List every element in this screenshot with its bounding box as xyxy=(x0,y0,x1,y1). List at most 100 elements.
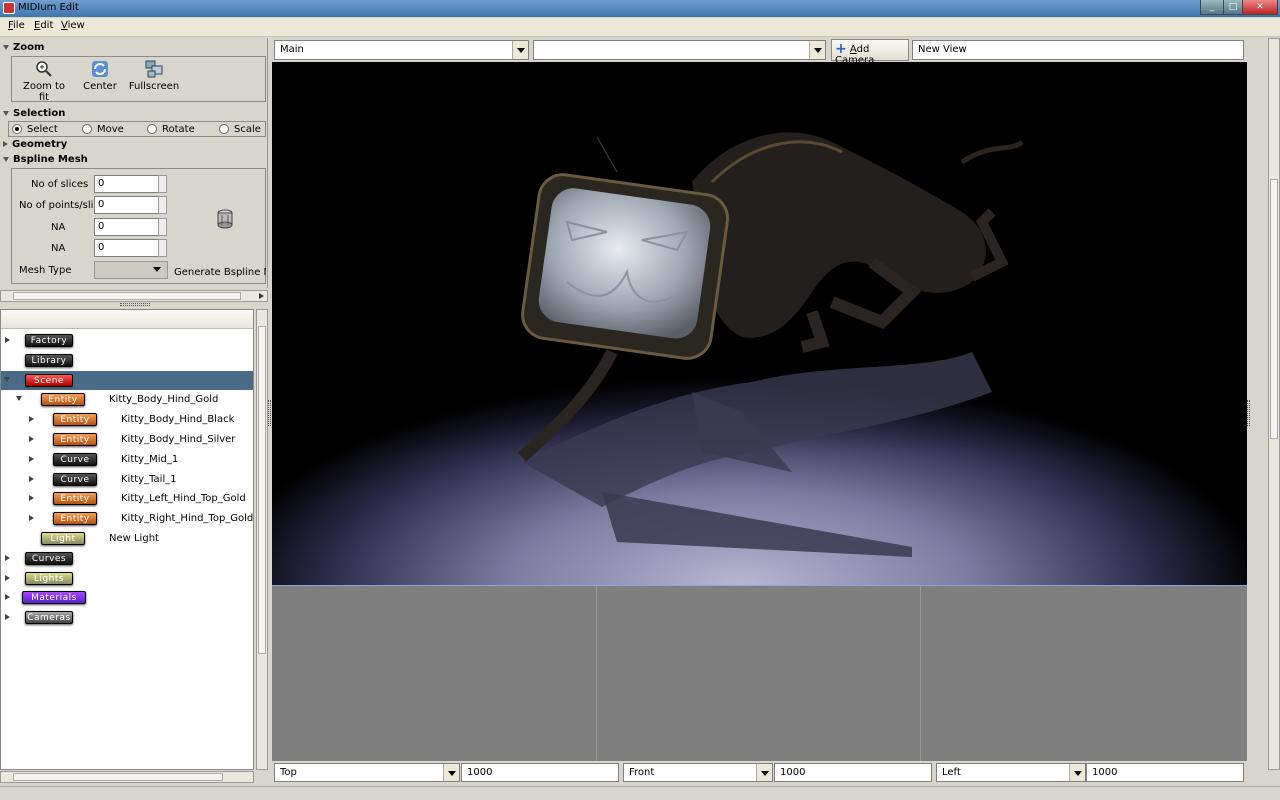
tree-item[interactable]: Entity Kitty_Right_Hind_Top_Gold xyxy=(1,509,253,528)
front-view-select[interactable]: Front xyxy=(623,763,773,782)
scroll-thumb[interactable] xyxy=(258,326,266,654)
tree-item-label: Kitty_Tail_1 xyxy=(121,473,177,485)
slices-input[interactable]: 0 xyxy=(94,175,160,193)
expand-icon[interactable] xyxy=(5,614,10,621)
expand-icon[interactable] xyxy=(29,515,34,522)
mesh-type-select[interactable] xyxy=(94,261,168,279)
scroll-thumb[interactable] xyxy=(13,292,241,300)
expand-icon[interactable] xyxy=(5,574,10,581)
menu-view[interactable]: View xyxy=(61,20,85,31)
zoom-to-fit-button[interactable]: Zoom to fit xyxy=(18,60,70,103)
chevron-down-icon xyxy=(443,764,459,781)
tree-item[interactable]: Lights xyxy=(1,569,253,588)
bspline-section-header[interactable]: Bspline Mesh xyxy=(3,154,266,167)
expand-icon[interactable] xyxy=(29,475,34,482)
expand-icon[interactable] xyxy=(29,455,34,462)
rotate-radio[interactable]: Rotate xyxy=(147,124,195,135)
tree-badge: Entity xyxy=(53,492,97,506)
minimize-button[interactable]: _ xyxy=(1200,0,1224,15)
maximize-button[interactable]: □ xyxy=(1223,0,1243,15)
generate-bspline-button[interactable]: Generate Bspline Me xyxy=(174,267,266,278)
expand-icon xyxy=(3,141,8,147)
tree-item[interactable]: Cameras xyxy=(1,608,253,627)
tree-item[interactable]: Factory xyxy=(1,331,253,350)
tree-item[interactable]: Entity Kitty_Left_Hind_Top_Gold xyxy=(1,489,253,508)
top-view-pane[interactable] xyxy=(272,586,597,761)
close-button[interactable]: ✕ xyxy=(1242,0,1278,15)
tree-item[interactable]: Entity Kitty_Body_Hind_Black xyxy=(1,410,253,429)
points-spinner[interactable] xyxy=(158,196,167,214)
tree-item[interactable]: Curve Kitty_Tail_1 xyxy=(1,470,253,489)
points-input[interactable]: 0 xyxy=(94,196,160,214)
select-radio[interactable]: Select xyxy=(12,124,58,135)
scroll-right-icon[interactable] xyxy=(259,293,264,299)
scale-radio[interactable]: Scale xyxy=(219,124,261,135)
na-spinner-1[interactable] xyxy=(158,218,167,236)
selection-section-header[interactable]: Selection xyxy=(3,108,266,121)
expand-icon[interactable] xyxy=(29,436,34,442)
scroll-thumb[interactable] xyxy=(1270,179,1278,439)
tree-item[interactable]: Library xyxy=(1,351,253,370)
front-view-pane[interactable] xyxy=(597,586,921,761)
generate-bspline-icon[interactable] xyxy=(216,209,234,229)
tree-scrollbar-h[interactable] xyxy=(0,771,254,783)
expand-icon[interactable] xyxy=(29,495,34,502)
tree-item-label: Kitty_Left_Hind_Top_Gold xyxy=(121,493,246,505)
collapse-icon[interactable] xyxy=(16,396,22,402)
tree-badge: Entity xyxy=(53,512,97,526)
left-view-select[interactable]: Left xyxy=(936,763,1086,782)
splitter-handle[interactable] xyxy=(1247,400,1250,426)
expand-icon[interactable] xyxy=(5,594,10,601)
tools-scrollbar-h[interactable] xyxy=(0,290,268,302)
tree-item[interactable]: Entity Kitty_Body_Hind_Gold xyxy=(1,390,253,409)
window-title: MIDIum Edit xyxy=(18,2,79,13)
left-view-pane[interactable] xyxy=(921,586,1247,761)
geometry-section-header[interactable]: Geometry xyxy=(3,139,266,152)
expand-icon[interactable] xyxy=(29,416,34,423)
na-input-1[interactable]: 0 xyxy=(94,218,160,236)
main-scrollbar-v[interactable] xyxy=(1268,38,1280,770)
tree-item[interactable]: Scene xyxy=(1,370,253,390)
zoom-section-header[interactable]: Zoom xyxy=(3,42,266,55)
top-view-select[interactable]: Top xyxy=(274,763,460,782)
magnifier-icon xyxy=(36,61,52,77)
expand-icon[interactable] xyxy=(5,554,10,561)
tree-item[interactable]: Curve Kitty_Mid_1 xyxy=(1,450,253,469)
fullscreen-button[interactable]: Fullscreen xyxy=(128,60,180,92)
status-bar xyxy=(0,786,1280,800)
tree-item[interactable]: Light New Light xyxy=(1,529,253,548)
view-select[interactable]: Main xyxy=(274,40,529,60)
add-camera-button[interactable]: + Add Camera xyxy=(831,39,909,66)
tree-item[interactable]: Curves xyxy=(1,549,253,568)
tree-scrollbar-v[interactable] xyxy=(256,309,268,770)
slices-spinner[interactable] xyxy=(158,175,167,193)
na-spinner-2[interactable] xyxy=(158,239,167,257)
splitter-handle[interactable] xyxy=(268,400,271,426)
splitter-handle[interactable] xyxy=(120,303,150,306)
center-label: Center xyxy=(83,81,117,92)
collapse-icon xyxy=(3,156,9,162)
view-name-input[interactable]: New View xyxy=(912,40,1244,60)
app-icon xyxy=(3,2,15,14)
expand-icon[interactable] xyxy=(5,337,10,343)
na-input-2[interactable]: 0 xyxy=(94,239,160,257)
center-button[interactable]: Center xyxy=(80,60,120,92)
move-radio[interactable]: Move xyxy=(82,124,124,135)
front-view-zoom-input[interactable]: 1000 xyxy=(774,763,932,782)
tree-item[interactable]: Materials xyxy=(1,588,253,607)
camera-select[interactable] xyxy=(533,40,826,60)
collapse-icon xyxy=(3,110,9,116)
radio-icon xyxy=(147,124,157,134)
tree-item-label: Kitty_Body_Hind_Silver xyxy=(121,434,236,445)
collapse-icon[interactable] xyxy=(4,376,10,382)
title-bar: MIDIum Edit _ □ ✕ xyxy=(0,0,1280,17)
top-view-zoom-input[interactable]: 1000 xyxy=(461,763,619,782)
menu-edit[interactable]: Edit xyxy=(34,20,53,31)
menu-file[interactable]: File xyxy=(8,20,25,31)
scroll-thumb[interactable] xyxy=(13,773,223,781)
chevron-down-icon xyxy=(1069,764,1085,781)
points-label: No of points/slice xyxy=(19,200,106,211)
left-view-zoom-input[interactable]: 1000 xyxy=(1086,763,1244,782)
3d-viewport[interactable] xyxy=(272,62,1247,585)
tree-item[interactable]: Entity Kitty_Body_Hind_Silver xyxy=(1,430,253,449)
